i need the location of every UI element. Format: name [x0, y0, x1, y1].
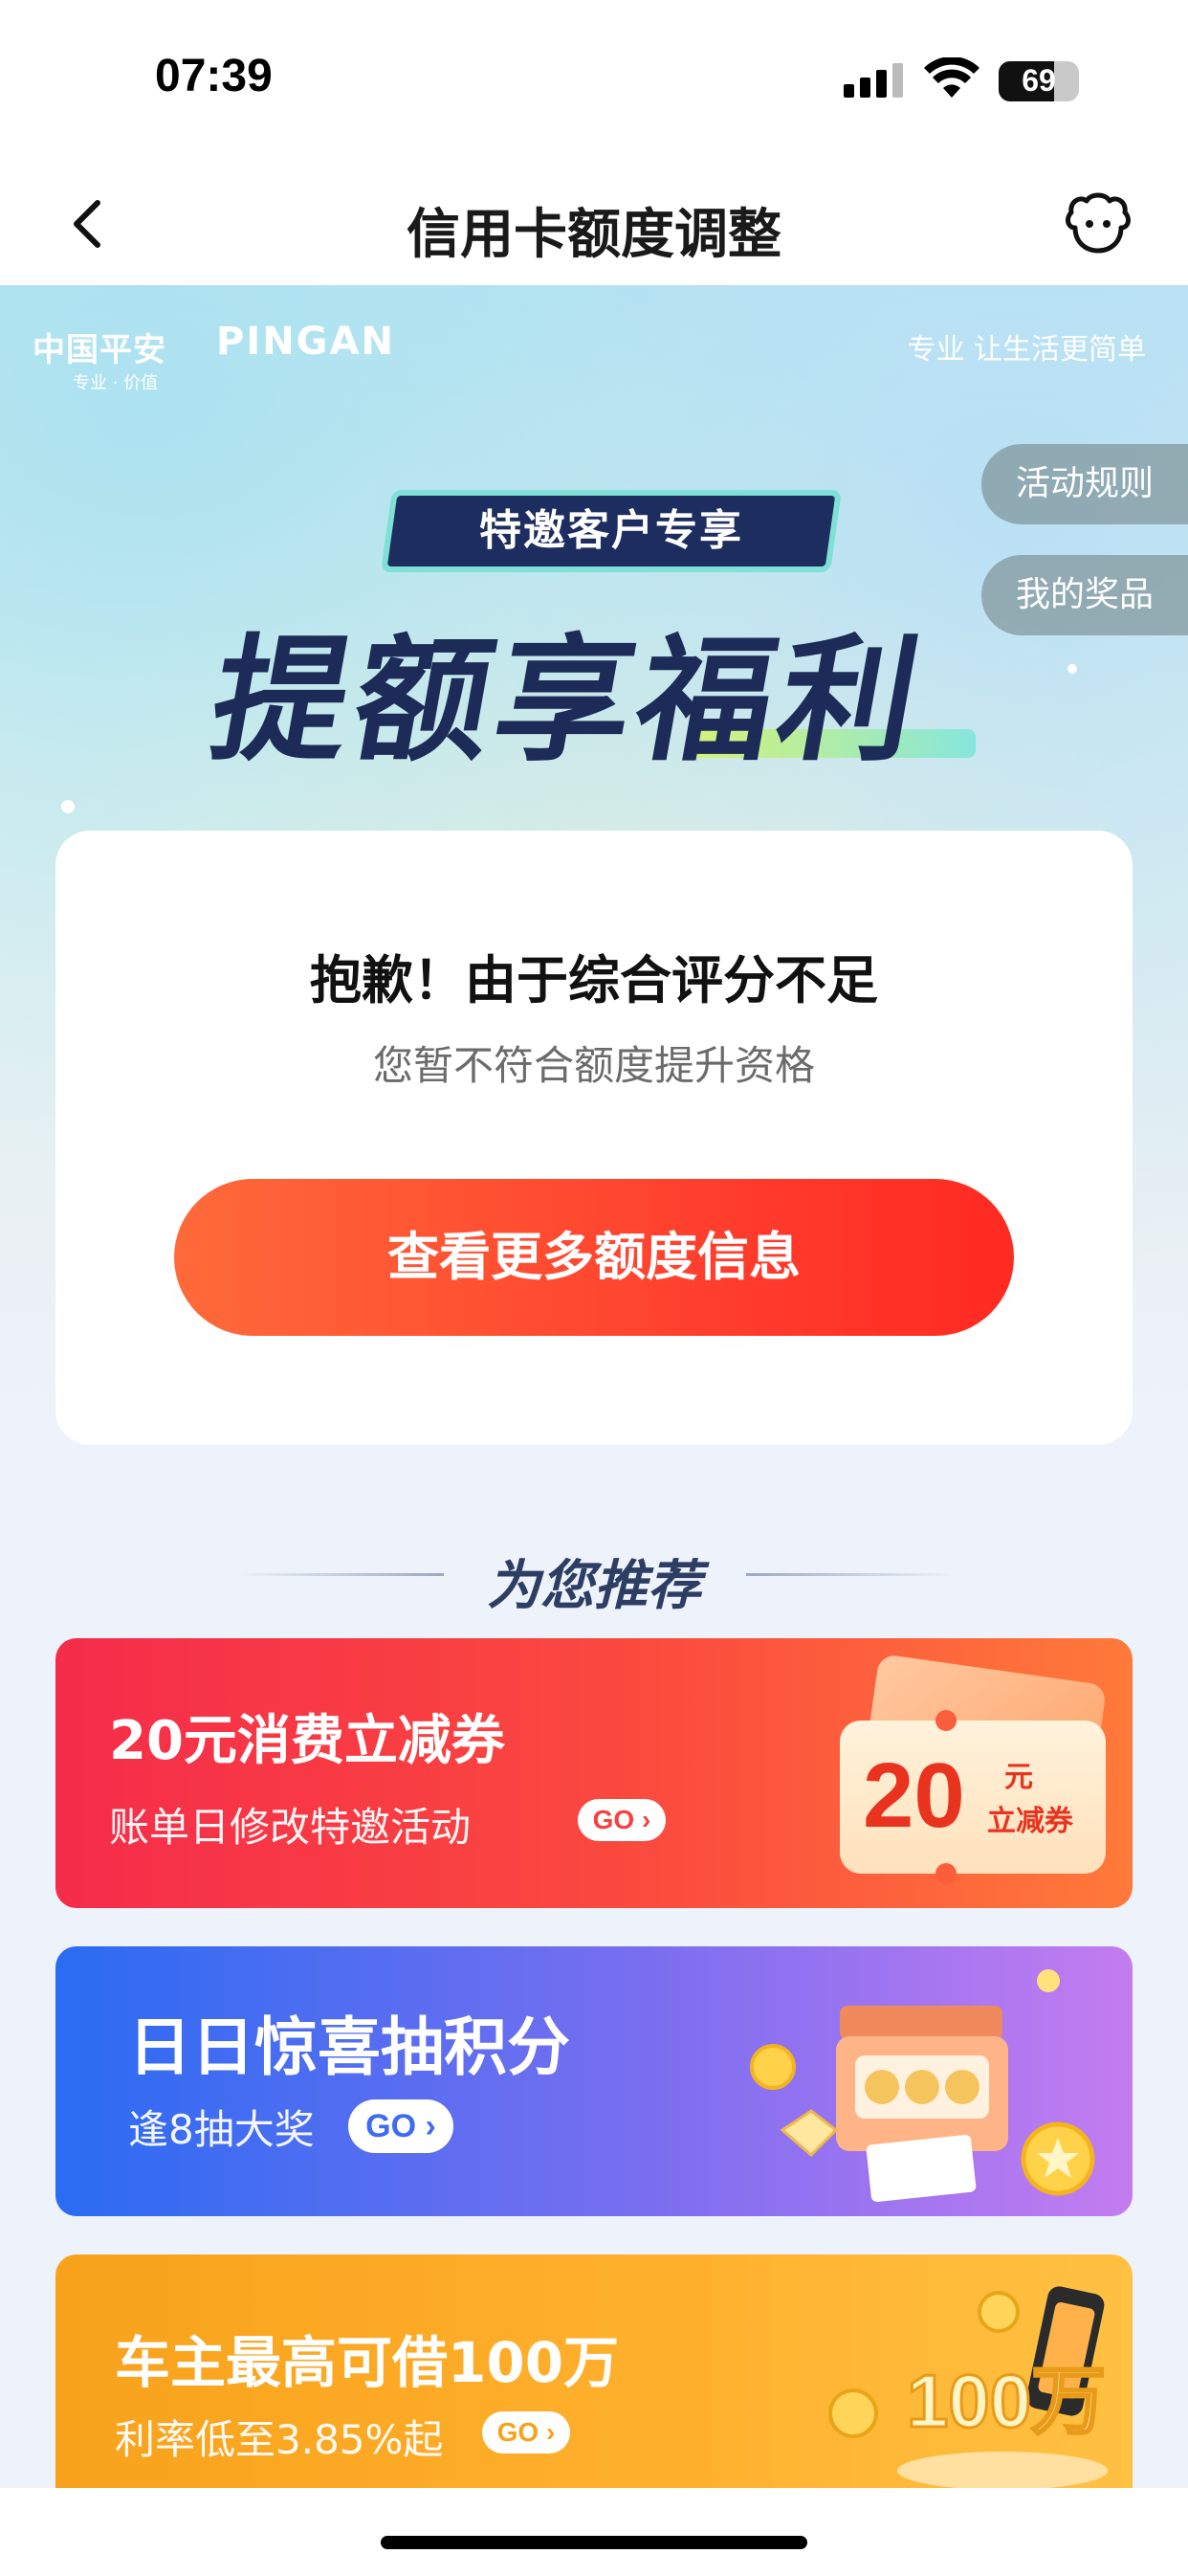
coupon-illustration: 20 元 立减券 — [840, 1654, 1108, 1884]
go-label: GO — [592, 1805, 635, 1834]
result-subtitle: 您暂不符合额度提升资格 — [372, 1042, 815, 1089]
activity-rules-button[interactable]: 活动规则 — [981, 444, 1188, 524]
promo-card-car-loan[interactable]: 车主最高可借100万 利率低至3.85%起 GO › 100万 — [55, 2254, 1133, 2488]
promo-title: 车主最高可借100万 — [115, 2330, 620, 2395]
brand-slogan: 专业 让生活更简单 — [907, 333, 1146, 366]
brand-tagline: 专业 · 价值 — [73, 373, 159, 393]
hero-title: 提额享福利 — [200, 622, 936, 780]
cellular-signal-icon — [844, 63, 905, 98]
sparkle-decoration — [61, 800, 75, 813]
promo-card-coupon[interactable]: 20元消费立减券 账单日修改特邀活动 GO › 20 元 立减券 — [55, 1638, 1133, 1908]
sparkle-decoration — [1067, 664, 1077, 674]
promo-title: 日日惊喜抽积分 — [128, 2010, 570, 2084]
nav-bar: 信用卡额度调整 — [0, 163, 1188, 285]
coupon-notch — [935, 1710, 957, 1731]
invite-tag: 特邀客户专享 — [479, 506, 743, 555]
promo-card-lottery[interactable]: 日日惊喜抽积分 逢8抽大奖 GO › — [55, 1946, 1133, 2216]
coupon-front: 20 元 立减券 — [840, 1710, 1106, 1884]
promo-subtitle: 逢8抽大奖 — [128, 2106, 315, 2153]
go-button[interactable]: GO › — [482, 2411, 570, 2454]
brand-logo-en: PINGAN — [216, 320, 395, 364]
recommend-title: 为您推荐 — [487, 1555, 701, 1617]
bottom-safe-area — [0, 2488, 1188, 2576]
slot-machine-illustration — [750, 1969, 1095, 2202]
view-more-limit-button[interactable]: 查看更多额度信息 — [174, 1179, 1014, 1336]
divider-right — [746, 1573, 957, 1576]
promo-subtitle: 利率低至3.85%起 — [115, 2416, 444, 2463]
home-indicator — [381, 2536, 807, 2549]
page-title: 信用卡额度调整 — [407, 204, 781, 266]
status-time: 07:39 — [155, 51, 273, 101]
battery-icon: 69 — [999, 61, 1079, 101]
promo-subtitle: 账单日修改特邀活动 — [109, 1804, 472, 1851]
result-title: 抱歉！由于综合评分不足 — [310, 950, 878, 1010]
wifi-icon — [924, 57, 979, 98]
status-bar: 07:39 69 — [0, 0, 1188, 163]
go-button[interactable]: GO › — [578, 1799, 666, 1841]
go-label: GO — [365, 2108, 417, 2144]
coupon-label: 立减券 — [987, 1805, 1073, 1838]
go-label: GO — [496, 2417, 539, 2447]
coupon-unit: 元 — [1004, 1761, 1033, 1794]
customer-service-icon[interactable] — [1062, 189, 1134, 258]
result-card: 抱歉！由于综合评分不足 您暂不符合额度提升资格 查看更多额度信息 — [55, 831, 1133, 1445]
recommend-header: 为您推荐 — [0, 1531, 1188, 1617]
badge-text: 100万 — [907, 2359, 1106, 2443]
battery-percent: 69 — [1022, 63, 1056, 98]
promo-title: 20元消费立减券 — [109, 1710, 505, 1772]
go-button[interactable]: GO › — [348, 2099, 453, 2153]
coupon-amount: 20 — [863, 1744, 965, 1847]
coupon-notch — [935, 1863, 957, 1884]
loan-100w-illustration: 100万 — [828, 2286, 1108, 2488]
brand-logo-cn: 中国平安 — [33, 331, 166, 369]
my-prizes-button[interactable]: 我的奖品 — [981, 555, 1188, 635]
